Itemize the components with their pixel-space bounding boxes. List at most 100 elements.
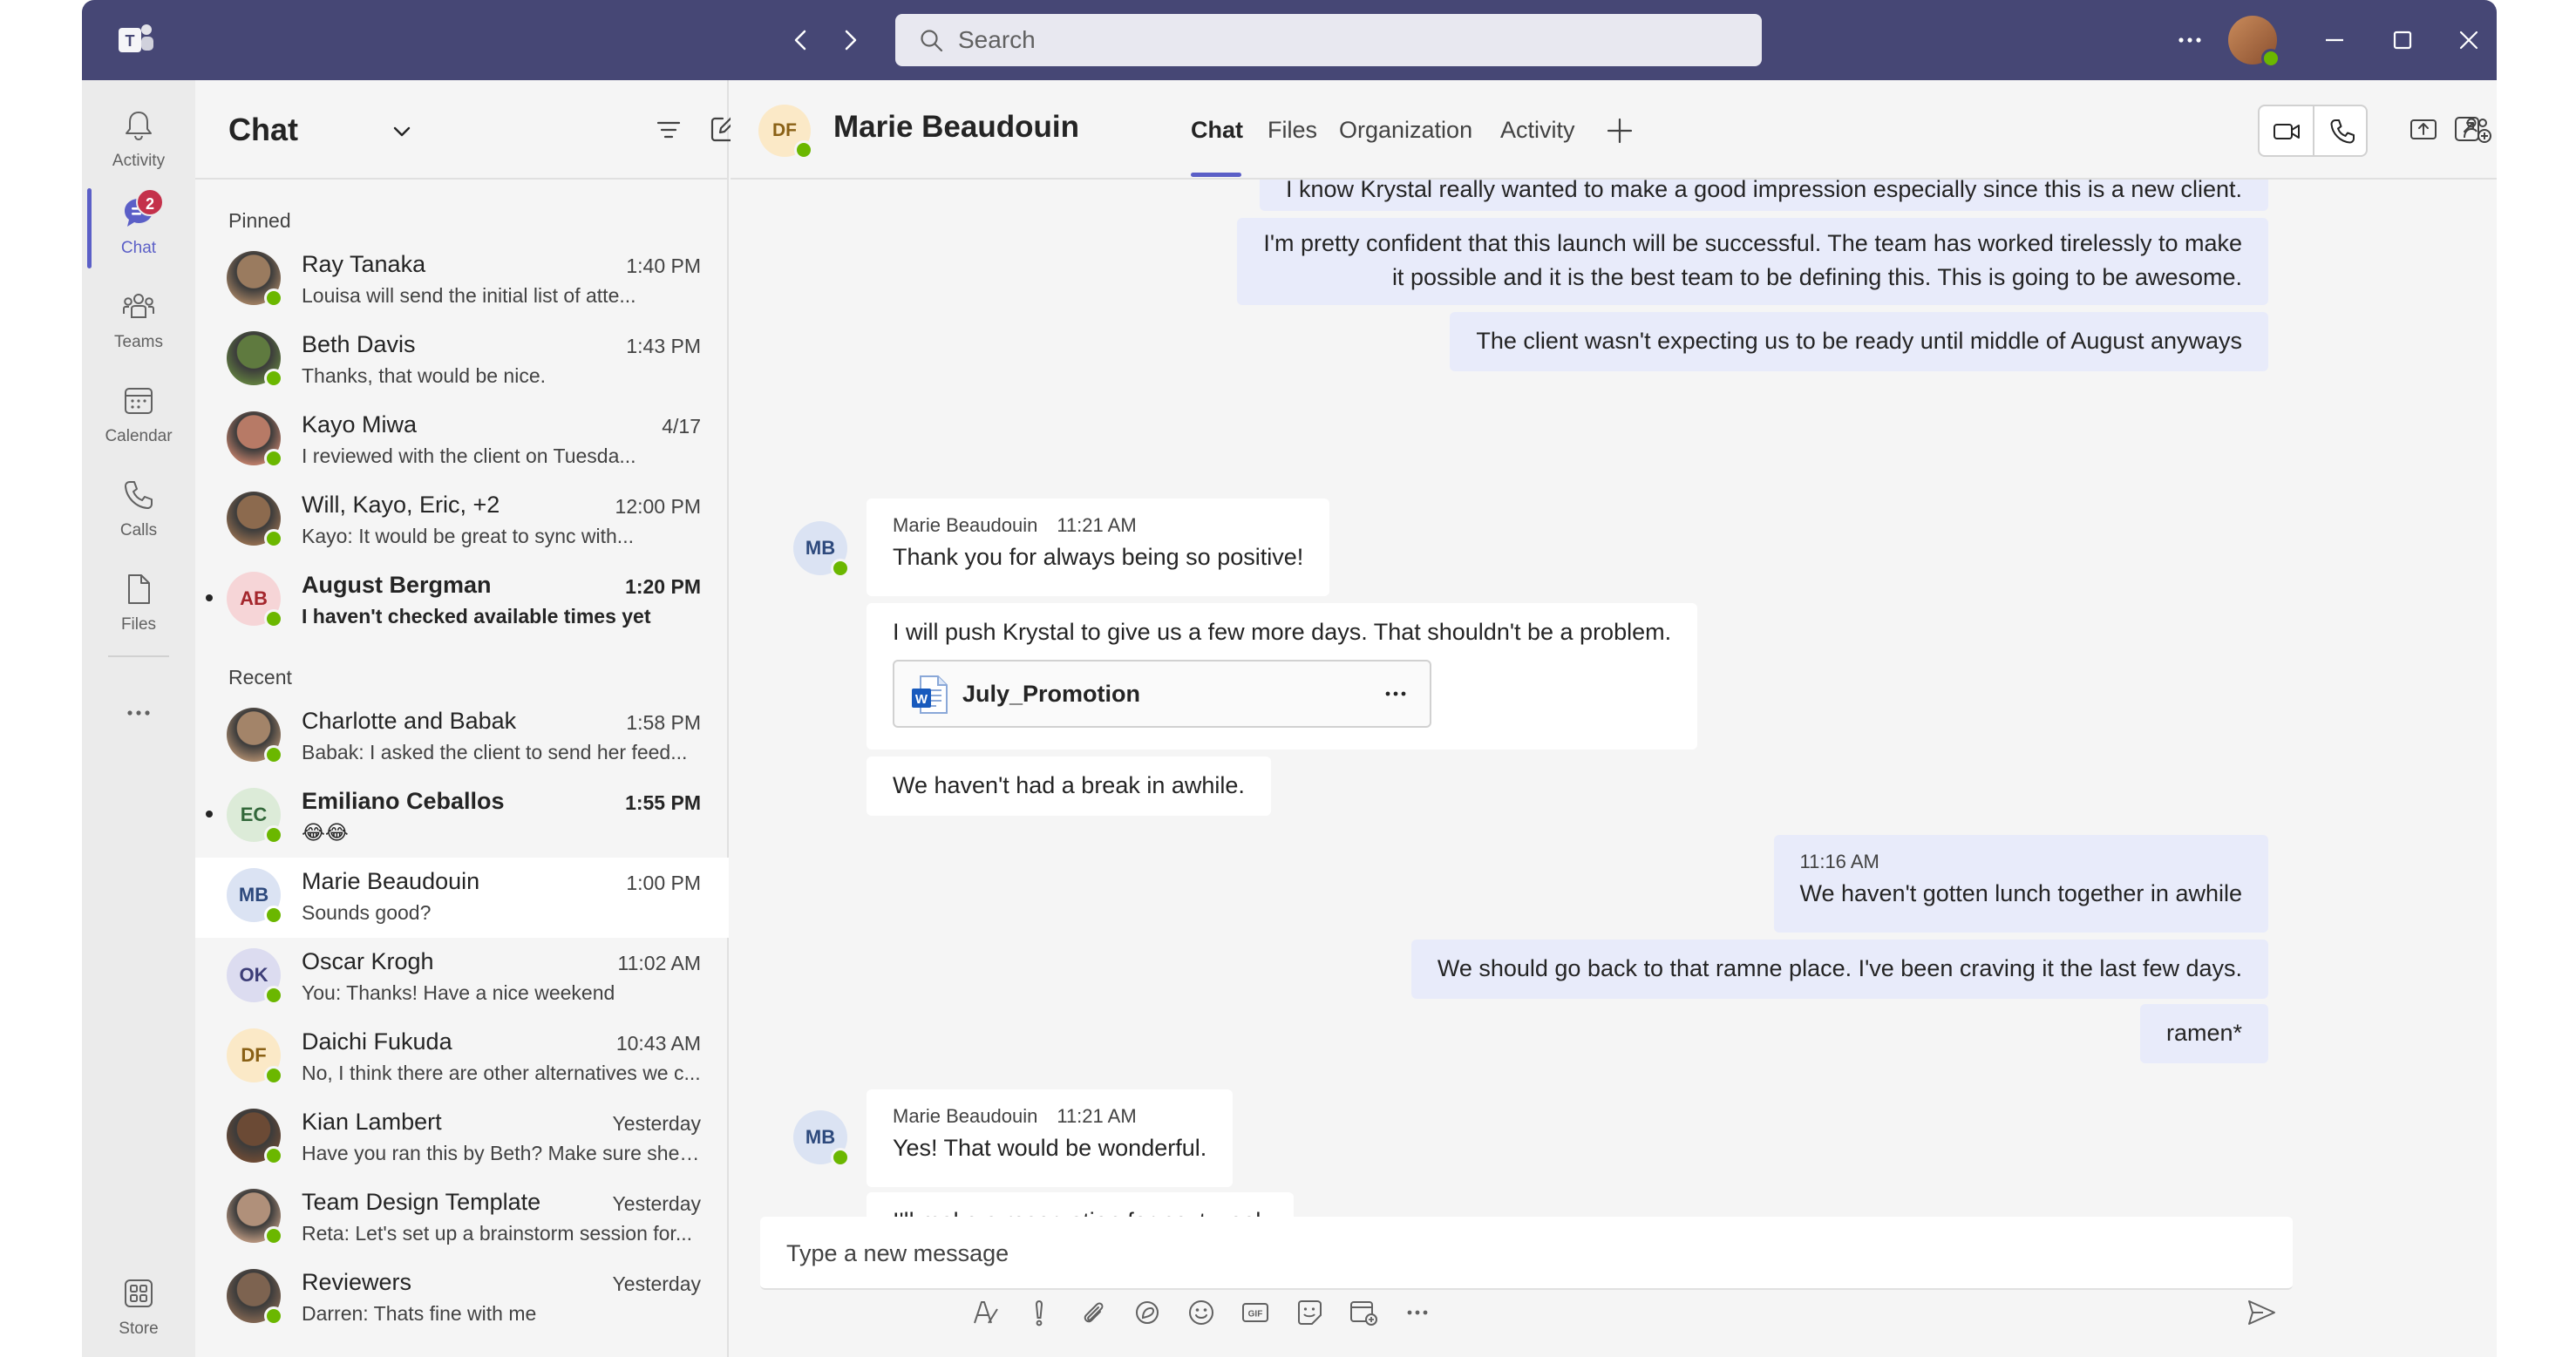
- contact-avatar: AB: [227, 572, 283, 628]
- my-message[interactable]: The client wasn't expecting us to be rea…: [1450, 312, 2268, 371]
- my-message[interactable]: We should go back to that ramne place. I…: [1410, 940, 2268, 999]
- chat-list-item[interactable]: Kayo Miwa 4/17 I reviewed with the client …: [195, 401, 729, 481]
- back-icon[interactable]: [784, 23, 819, 58]
- rail-item-calls[interactable]: Calls: [82, 471, 195, 558]
- tab-files[interactable]: Files: [1268, 117, 1317, 144]
- conversation-avatar[interactable]: DF: [758, 105, 813, 159]
- bell-icon: [126, 112, 152, 141]
- call-button-group: [2258, 105, 2368, 157]
- rail-item-activity[interactable]: Activity: [82, 101, 195, 188]
- my-message[interactable]: I know Krystal really wanted to make a g…: [1259, 180, 2268, 211]
- search-box[interactable]: [895, 14, 1762, 66]
- svg-text:GIF: GIF: [1248, 1310, 1263, 1320]
- rail-item-calendar[interactable]: Calendar: [82, 377, 195, 464]
- search-input[interactable]: [958, 14, 1743, 66]
- tab-chat[interactable]: Chat: [1191, 117, 1243, 144]
- rail-more-apps[interactable]: [82, 689, 195, 776]
- maximize-icon[interactable]: [2385, 23, 2420, 58]
- call-group-divider: [2313, 106, 2314, 155]
- message-preview: Louisa will send the initial list of att…: [302, 284, 636, 307]
- last-message-time: 1:00 PM: [626, 872, 701, 894]
- chat-list-item[interactable]: Kian Lambert Yesterday Have you ran this b…: [195, 1098, 729, 1178]
- contact-name: Ray Tanaka: [302, 251, 426, 277]
- rail-item-chat[interactable]: 2 Chat: [82, 188, 195, 275]
- compose-box[interactable]: [760, 1217, 2293, 1290]
- chevron-down-icon[interactable]: [389, 119, 415, 145]
- chat-list-item[interactable]: EC Emiliano Ceballos 1:55 PM 😂😂: [195, 777, 729, 858]
- attach-icon[interactable]: [1077, 1297, 1109, 1328]
- message-preview: I haven't checked available times yet: [302, 605, 651, 628]
- chat-list-item[interactable]: DF Daichi Fukuda 10:43 AM No, I think there…: [195, 1018, 729, 1098]
- my-message[interactable]: 11:16 AM We haven't gotten lunch togethe…: [1773, 835, 2268, 933]
- tab-activity[interactable]: Activity: [1500, 117, 1575, 144]
- presence-available-icon: [794, 140, 813, 159]
- presence-available-icon: [264, 369, 283, 388]
- chat-list-item[interactable]: Reviewers Yesterday Darren: Thats fine wit…: [195, 1259, 729, 1339]
- sender-avatar[interactable]: MB: [793, 521, 850, 578]
- more-options-icon[interactable]: [1381, 679, 1410, 709]
- schedule-meeting-icon[interactable]: [1348, 1297, 1379, 1328]
- presence-available-icon: [831, 1148, 850, 1167]
- rail-item-files[interactable]: Files: [82, 565, 195, 652]
- more-options-icon[interactable]: [2172, 23, 2207, 58]
- pop-out-icon[interactable]: [2451, 113, 2483, 145]
- loop-icon[interactable]: [1132, 1297, 1163, 1328]
- contact-name: Daichi Fukuda: [302, 1028, 452, 1055]
- presence-available-icon: [264, 609, 283, 628]
- gif-icon[interactable]: GIF: [1240, 1297, 1271, 1328]
- video-call-icon[interactable]: [2272, 117, 2301, 146]
- presence-available-icon: [264, 825, 283, 845]
- message-input[interactable]: [786, 1217, 2268, 1290]
- their-message[interactable]: I will push Krystal to give us a few mor…: [867, 603, 1698, 750]
- rail-item-teams[interactable]: Teams: [82, 282, 195, 370]
- more-tools-icon[interactable]: [1402, 1297, 1433, 1328]
- close-icon[interactable]: [2451, 23, 2486, 58]
- teams-window: T Search Activity 2 Chat Teams Calendar …: [82, 0, 2497, 1357]
- file-name[interactable]: July_Promotion: [962, 677, 1140, 711]
- conversation-header: DF Marie Beaudouin Chat Files Organizati…: [731, 80, 2497, 180]
- their-message[interactable]: Marie Beaudouin 11:21 AM Yes! That would …: [867, 1089, 1234, 1187]
- contact-avatar: [227, 708, 283, 764]
- sticker-icon[interactable]: [1294, 1297, 1325, 1328]
- my-message[interactable]: I'm pretty confident that this launch wi…: [1237, 218, 2268, 305]
- message-list: I know Krystal really wanted to make a g…: [731, 180, 2497, 1274]
- conversation-pane: DF Marie Beaudouin Chat Files Organizati…: [731, 80, 2497, 1357]
- tab-organization[interactable]: Organization: [1339, 117, 1472, 144]
- chat-list-item[interactable]: Will, Kayo, Eric, +2 12:00 PM Kayo: It wou…: [195, 481, 729, 561]
- their-message[interactable]: We haven't had a break in awhile.: [867, 757, 1271, 816]
- contact-avatar: MB: [227, 868, 283, 925]
- filter-icon[interactable]: [654, 115, 683, 145]
- rail-label: Files: [120, 615, 157, 634]
- forward-icon[interactable]: [833, 23, 867, 58]
- teams-logo-icon[interactable]: T: [117, 21, 155, 59]
- share-screen-icon[interactable]: [2408, 113, 2439, 145]
- priority-icon[interactable]: [1023, 1297, 1055, 1328]
- message-preview: Sounds good?: [302, 901, 432, 924]
- chat-list-item[interactable]: Ray Tanaka 1:40 PM Louisa will send the in…: [195, 241, 729, 321]
- chat-list-item[interactable]: OK Oscar Krogh 11:02 AM You: Thanks! Have a…: [195, 938, 729, 1018]
- contact-avatar: [227, 1189, 283, 1245]
- rail-item-store[interactable]: Store: [82, 1269, 195, 1356]
- format-icon[interactable]: [969, 1297, 1001, 1328]
- conversation-title[interactable]: Marie Beaudouin: [833, 110, 1079, 145]
- sender-avatar[interactable]: MB: [793, 1110, 850, 1167]
- minimize-icon[interactable]: [2317, 23, 2352, 58]
- presence-available-icon: [264, 288, 283, 308]
- their-message[interactable]: Marie Beaudouin 11:21 AM Thank you for al…: [867, 499, 1330, 596]
- profile-avatar[interactable]: [2228, 16, 2280, 68]
- emoji-icon[interactable]: [1186, 1297, 1217, 1328]
- chat-list-item[interactable]: Charlotte and Babak 1:58 PM Babak: I asked…: [195, 697, 729, 777]
- chat-list-title[interactable]: Chat: [228, 112, 298, 148]
- send-icon[interactable]: [2246, 1297, 2277, 1328]
- audio-call-icon[interactable]: [2328, 117, 2357, 146]
- file-attachment[interactable]: W July_Promotion: [893, 660, 1431, 728]
- chat-list-item[interactable]: MB Marie Beaudouin 1:00 PM Sounds good?: [195, 858, 729, 938]
- rail-label: Calendar: [105, 427, 173, 445]
- chat-list-item[interactable]: AB August Bergman 1:20 PM I haven't checked…: [195, 561, 729, 641]
- chat-list-item[interactable]: Team Design Template Yesterday Reta: Let's…: [195, 1178, 729, 1259]
- chat-list-item[interactable]: Beth Davis 1:43 PM Thanks, that would be n…: [195, 321, 729, 401]
- contact-name: Kayo Miwa: [302, 411, 418, 438]
- my-message[interactable]: ramen*: [2139, 1004, 2268, 1063]
- add-tab-icon[interactable]: [1604, 115, 1635, 146]
- contact-avatar: [227, 411, 283, 468]
